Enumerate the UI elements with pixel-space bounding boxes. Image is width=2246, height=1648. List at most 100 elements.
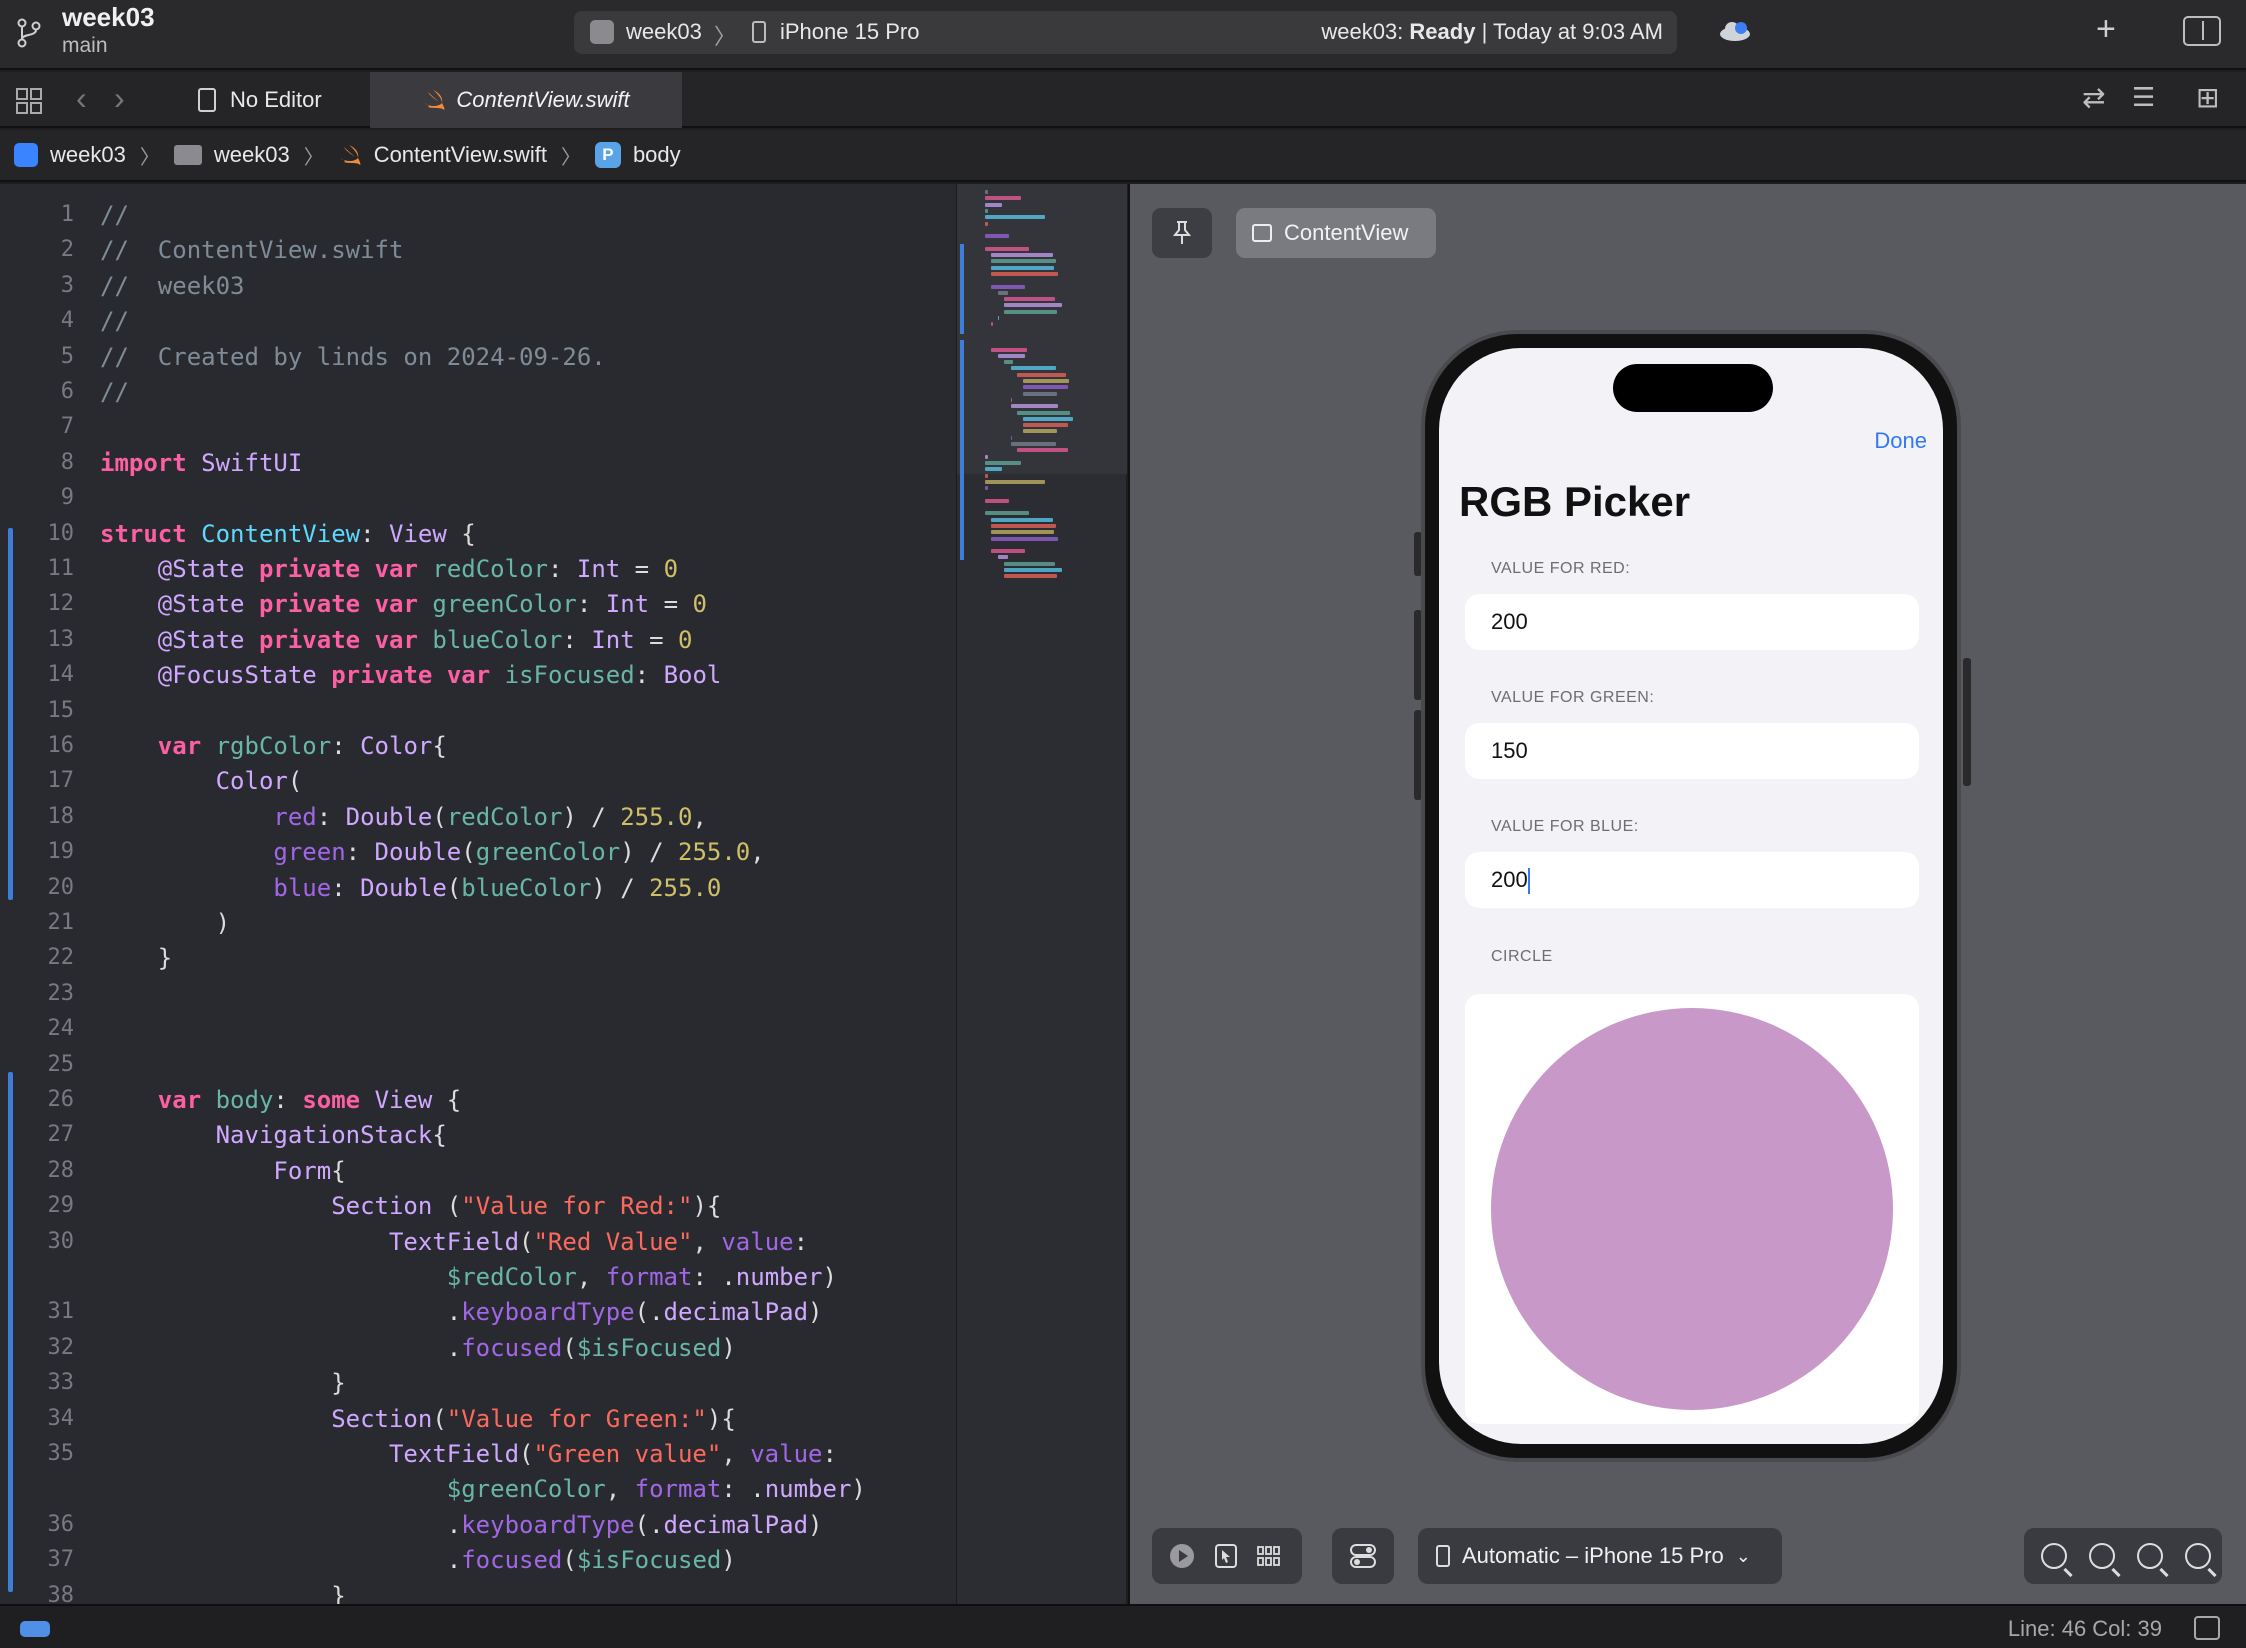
pin-button[interactable] [1152, 208, 1212, 258]
breadcrumb-project[interactable]: week03 [14, 142, 126, 168]
line-number: 27 [47, 1122, 75, 1148]
code-line[interactable]: 1 // [0, 198, 956, 232]
code-text: green: Double(greenColor) / 255.0, [273, 838, 765, 867]
code-line[interactable]: 17 Color( [0, 764, 956, 798]
editor-options-icon[interactable]: ☰ [2132, 84, 2155, 110]
code-line[interactable]: 29 Section ("Value for Red:"){ [0, 1189, 956, 1223]
tab-contentview-swift[interactable]: ContentView.swift [370, 72, 682, 128]
code-line[interactable]: 21 ) [0, 906, 956, 940]
device-selector[interactable]: Automatic – iPhone 15 Pro ⌄ [1418, 1528, 1782, 1584]
preview-view-button[interactable]: ContentView [1236, 208, 1436, 258]
breadcrumb-file[interactable]: ContentView.swift [338, 142, 547, 168]
code-line[interactable]: $redColor, format: .number) [0, 1260, 956, 1294]
debug-area-toggle-icon[interactable] [20, 1621, 50, 1637]
line-number: 14 [47, 662, 75, 688]
code-line[interactable]: 12 @State private var greenColor: Int = … [0, 587, 956, 621]
breadcrumb-label: week03 [50, 142, 126, 167]
minimap-change-mark [960, 340, 964, 560]
code-line[interactable]: 13 @State private var blueColor: Int = 0 [0, 623, 956, 657]
minimap-line [985, 215, 1045, 220]
zoom-fit-icon[interactable] [2137, 1543, 2163, 1569]
back-arrow-icon[interactable]: ‹ [76, 82, 87, 114]
code-line[interactable]: 5 // Created by linds on 2024-09-26. [0, 340, 956, 374]
settings-button[interactable] [1332, 1528, 1394, 1584]
code-line[interactable]: 18 red: Double(redColor) / 255.0, [0, 800, 956, 834]
code-line[interactable]: 3 // week03 [0, 269, 956, 303]
scheme-separator-icon: 〉 [714, 24, 737, 49]
code-line[interactable]: 10 struct ContentView: View { [0, 517, 956, 551]
code-line[interactable]: 9 [0, 481, 956, 515]
code-line[interactable]: 33 } [0, 1366, 956, 1400]
scheme-device[interactable]: iPhone 15 Pro [780, 19, 919, 45]
zoom-out-icon[interactable] [2041, 1543, 2067, 1569]
code-line[interactable]: 11 @State private var redColor: Int = 0 [0, 552, 956, 586]
code-line[interactable]: 16 var rgbColor: Color{ [0, 729, 956, 763]
zoom-in-icon[interactable] [2185, 1543, 2211, 1569]
zoom-100-icon[interactable] [2089, 1543, 2115, 1569]
code-line[interactable]: 14 @FocusState private var isFocused: Bo… [0, 658, 956, 692]
code-line[interactable]: 23 [0, 977, 956, 1011]
code-line[interactable]: 8 import SwiftUI [0, 446, 956, 480]
minimap[interactable] [956, 184, 1127, 1604]
code-line[interactable]: 15 [0, 694, 956, 728]
add-editor-icon[interactable]: ⊞ [2196, 84, 2219, 112]
code-text: Form{ [273, 1156, 346, 1185]
project-name[interactable]: week03 [62, 2, 155, 33]
breadcrumb-folder[interactable]: week03 [173, 142, 290, 168]
code-line[interactable]: 6 // [0, 375, 956, 409]
title-bar: week03 main week03 〉 iPhone 15 Pro week0… [0, 0, 2246, 70]
code-line[interactable]: 26 var body: some View { [0, 1083, 956, 1117]
minimap-line [1023, 379, 1070, 383]
breadcrumb-symbol[interactable]: P body [594, 142, 681, 168]
inspector-panel-icon[interactable] [2183, 16, 2221, 46]
code-line[interactable]: 2 // ContentView.swift [0, 233, 956, 267]
code-line[interactable]: 27 NavigationStack{ [0, 1118, 956, 1152]
forward-arrow-icon[interactable]: › [114, 82, 125, 114]
code-line[interactable]: 34 Section("Value for Green:"){ [0, 1402, 956, 1436]
line-number: 25 [47, 1051, 75, 1077]
minimap-line [1017, 448, 1068, 453]
code-line[interactable]: 36 .keyboardType(.decimalPad) [0, 1508, 956, 1542]
play-icon[interactable] [1168, 1542, 1196, 1570]
minimap-line [991, 347, 1028, 352]
code-line[interactable]: 35 TextField("Green value", value: [0, 1437, 956, 1471]
code-line[interactable]: 25 [0, 1048, 956, 1082]
code-line[interactable]: 4 // [0, 304, 956, 338]
code-line[interactable]: 37 .focused($isFocused) [0, 1543, 956, 1577]
plus-icon[interactable]: + [2096, 12, 2116, 46]
code-editor[interactable]: 1 // 2 // ContentView.swift 3 // week03 4 // 5 //… [0, 184, 956, 1604]
code-line[interactable]: 31 .keyboardType(.decimalPad) [0, 1295, 956, 1329]
bottom-panel-icon[interactable] [2194, 1616, 2220, 1640]
code-text: } [100, 1581, 346, 1604]
code-line[interactable]: 38 } [0, 1579, 956, 1604]
minimap-line [1010, 404, 1059, 409]
minimap-line [1023, 416, 1073, 421]
scheme-activity-bar[interactable]: week03 〉 iPhone 15 Pro week03: Ready | T… [574, 11, 1677, 54]
tab-no-editor[interactable]: No Editor [190, 72, 368, 128]
code-line[interactable]: 24 [0, 1012, 956, 1046]
code-line[interactable]: 28 Form{ [0, 1154, 956, 1188]
cloud-icon[interactable] [1718, 20, 1752, 42]
variants-icon[interactable] [1256, 1545, 1282, 1567]
code-line[interactable]: 30 TextField("Red Value", value: [0, 1225, 956, 1259]
done-button[interactable]: Done [1874, 428, 1927, 454]
code-line[interactable]: 7 [0, 410, 956, 444]
branch-name[interactable]: main [62, 34, 108, 58]
blue-value-field[interactable]: 200 [1465, 852, 1919, 908]
red-value-field[interactable]: 200 [1465, 594, 1919, 650]
code-text: ) [100, 909, 231, 937]
code-line[interactable]: $greenColor, format: .number) [0, 1472, 956, 1506]
code-line[interactable]: 19 green: Double(greenColor) / 255.0, [0, 835, 956, 869]
code-line[interactable]: 22 } [0, 941, 956, 975]
switch-icon[interactable]: ⇄ [2082, 84, 2105, 112]
code-text: .keyboardType(.decimalPad) [446, 1298, 823, 1327]
code-line[interactable]: 20 blue: Double(blueColor) / 255.0 [0, 871, 956, 905]
select-icon[interactable] [1214, 1543, 1238, 1569]
minimap-line [1004, 360, 1013, 365]
green-value-field[interactable]: 150 [1465, 723, 1919, 779]
code-line[interactable]: 32 .focused($isFocused) [0, 1331, 956, 1365]
breadcrumb-label: ContentView.swift [373, 142, 547, 167]
scheme-target[interactable]: week03 [626, 19, 702, 45]
minimap-line [985, 202, 1002, 207]
grid-icon[interactable] [16, 88, 42, 114]
